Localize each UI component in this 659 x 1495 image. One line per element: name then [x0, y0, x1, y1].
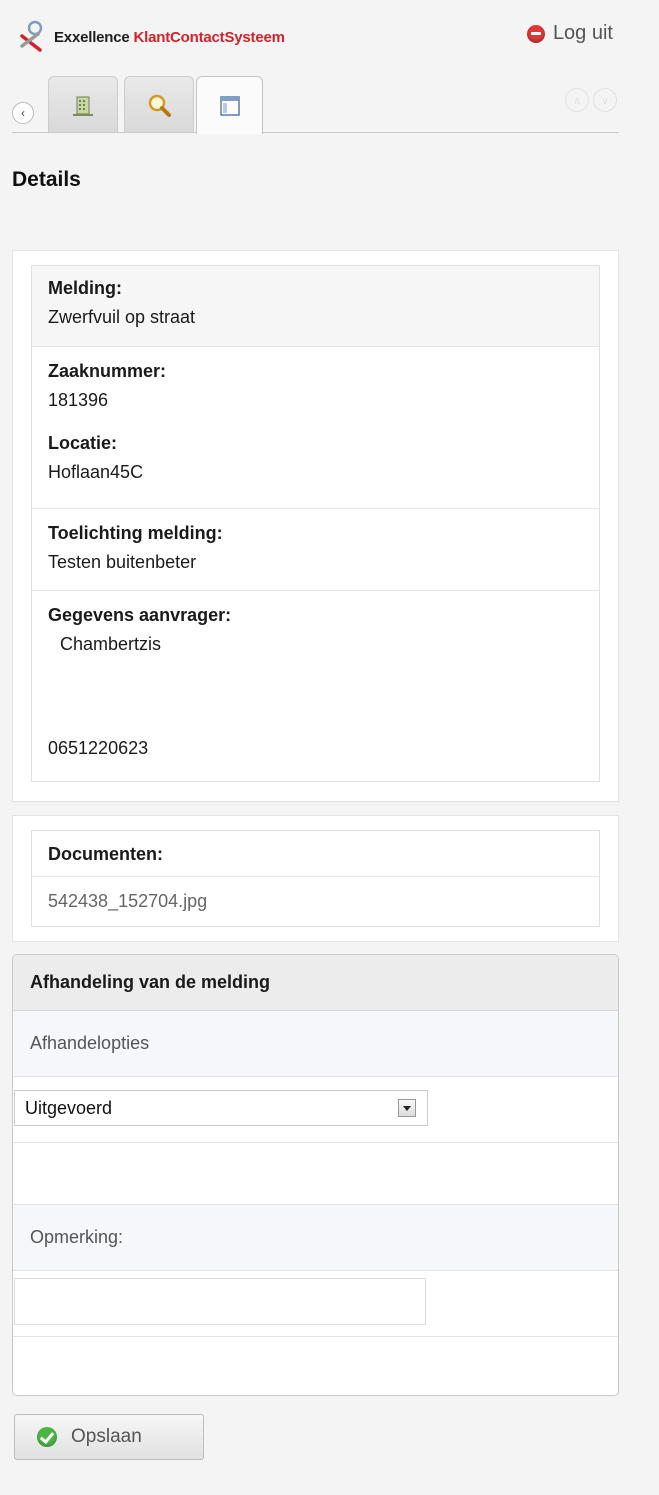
documents-list: Documenten: 542438_152704.jpg	[31, 830, 600, 927]
locatie-label: Locatie:	[48, 433, 118, 453]
aanvrager-name: Chambertzis	[60, 634, 162, 654]
afhandeling-panel: Afhandeling van de melding Afhandeloptie…	[12, 954, 619, 1396]
brand-name-part2: KlantContactSysteem	[133, 28, 285, 46]
logout-button[interactable]: Log uit	[526, 22, 613, 45]
afhandelopties-selected-value: Uitgevoerd	[25, 1097, 113, 1118]
navigate-up-icon[interactable]: ∧	[565, 88, 589, 112]
melding-label: Melding:	[48, 278, 122, 298]
afhandelopties-label: Afhandelopties	[13, 1011, 618, 1077]
tab-bar: ‹ ∧ ∨	[12, 76, 619, 134]
melding-row: Melding: Zwerfvuil op straat	[32, 266, 599, 347]
tab-details[interactable]	[196, 76, 263, 134]
documents-panel: Documenten: 542438_152704.jpg	[12, 815, 619, 942]
aanvrager-label: Gegevens aanvrager:	[48, 605, 232, 625]
afhandeling-title: Afhandeling van de melding	[13, 955, 618, 1011]
checkmark-icon	[37, 1427, 57, 1447]
tab-building[interactable]	[48, 76, 118, 132]
brand-logo: Exxellence KlantContactSysteem	[18, 20, 285, 54]
brand-name: Exxellence KlantContactSysteem	[54, 29, 285, 46]
details-list: Melding: Zwerfvuil op straat Zaaknummer:…	[31, 265, 600, 782]
back-arrow-button[interactable]: ‹	[12, 102, 34, 124]
details-panel: Melding: Zwerfvuil op straat Zaaknummer:…	[12, 250, 619, 802]
dropdown-arrow-icon[interactable]	[398, 1099, 416, 1117]
brand-name-part1: Exxellence	[54, 28, 130, 46]
document-link[interactable]: 542438_152704.jpg	[48, 886, 583, 916]
record-navigation: ∧ ∨	[565, 88, 617, 112]
locatie-value: Hoflaan45C	[48, 462, 144, 482]
toelichting-row: Toelichting melding: Testen buitenbeter	[32, 509, 599, 591]
page-title: Details	[12, 168, 81, 191]
documents-header-row: Documenten:	[32, 831, 599, 877]
tab-search[interactable]	[124, 76, 194, 132]
chevron-left-icon: ‹	[21, 106, 25, 120]
documents-label: Documenten:	[48, 844, 164, 864]
toelichting-label: Toelichting melding:	[48, 523, 223, 543]
building-icon	[73, 96, 93, 116]
spacer-row	[13, 1143, 618, 1205]
navigate-down-icon[interactable]: ∨	[593, 88, 617, 112]
aanvrager-row: Gegevens aanvrager: Chambertzis 06512206…	[32, 591, 599, 781]
stop-icon	[526, 24, 545, 43]
opmerking-label: Opmerking:	[13, 1205, 618, 1271]
zaak-locatie-row: Zaaknummer: 181396 Locatie: Hoflaan45C	[32, 347, 599, 509]
melding-value: Zwerfvuil op straat	[48, 307, 196, 327]
opmerking-input[interactable]	[14, 1278, 426, 1325]
save-label: Opslaan	[71, 1426, 142, 1447]
logout-label: Log uit	[552, 22, 613, 44]
zaaknummer-value: 181396	[48, 390, 109, 410]
search-icon	[148, 94, 171, 117]
aanvrager-phone: 0651220623	[48, 738, 149, 758]
save-button[interactable]: Opslaan	[14, 1414, 204, 1460]
document-row: 542438_152704.jpg	[32, 877, 599, 926]
zaaknummer-label: Zaaknummer:	[48, 361, 167, 381]
afhandelopties-select[interactable]: Uitgevoerd	[14, 1090, 428, 1126]
details-window-icon	[219, 95, 240, 116]
brand-logo-icon	[20, 20, 43, 52]
toelichting-value: Testen buitenbeter	[48, 552, 197, 572]
